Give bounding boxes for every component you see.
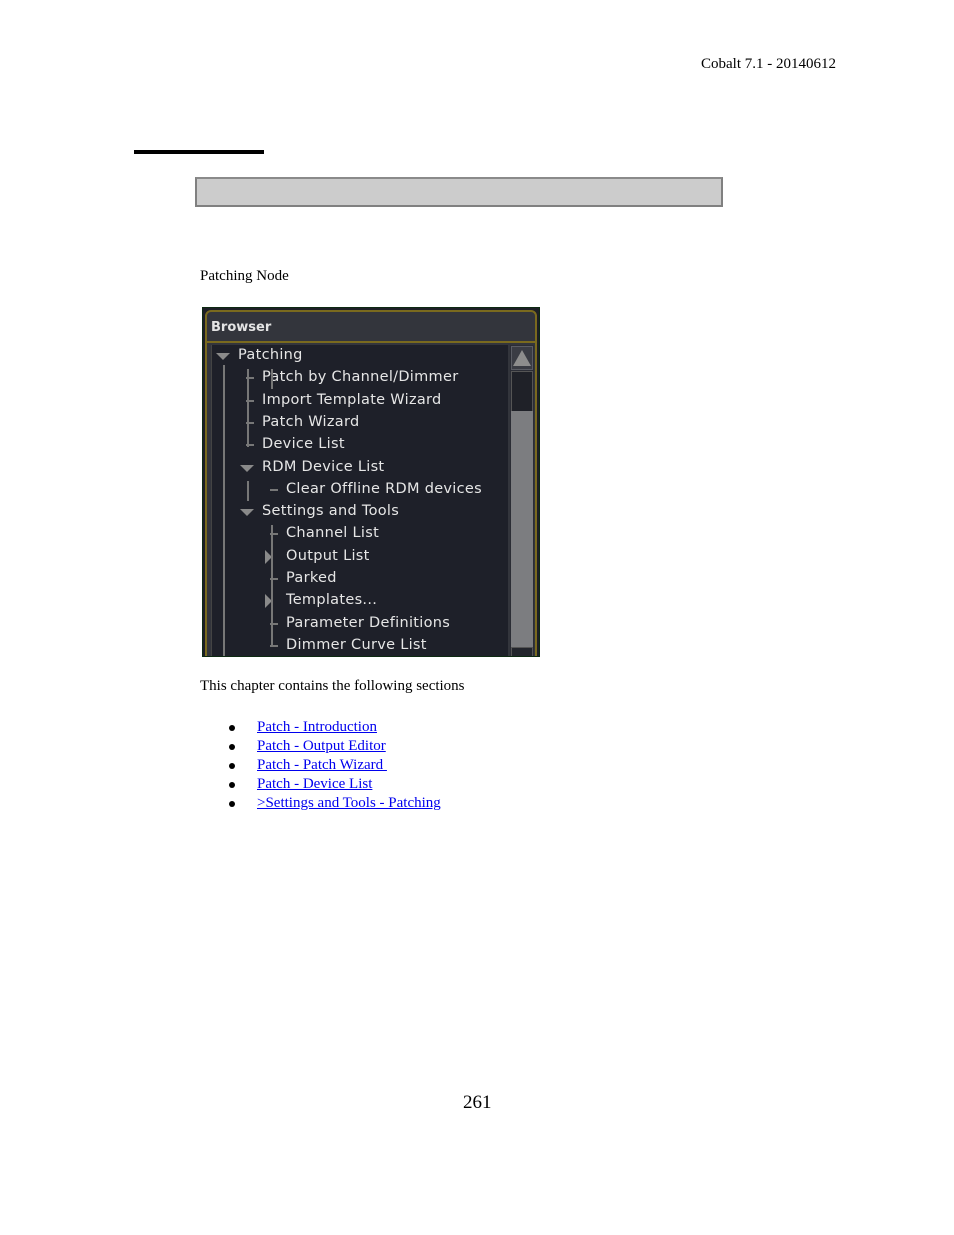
tree-item-label: Patch Wizard: [262, 413, 360, 430]
tree-item[interactable]: Templates...: [212, 590, 508, 612]
bullet-icon: [229, 801, 235, 807]
tree-item-label: Device List: [262, 436, 345, 453]
link-settings-and-tools-patching[interactable]: >Settings and Tools - Patching: [257, 795, 441, 812]
scroll-track-bottom[interactable]: [511, 647, 533, 656]
tree-item-label: Clear Offline RDM devices: [286, 480, 482, 497]
browser-panel-title: Browser: [211, 320, 272, 335]
expand-arrow-down-icon[interactable]: [240, 464, 254, 472]
tree-item[interactable]: Channel List: [212, 523, 508, 545]
tree-guide-line: [271, 369, 273, 389]
tree-item[interactable]: Device List: [212, 434, 508, 456]
tree-item[interactable]: Output List: [212, 546, 508, 568]
tree-item-label: Settings and Tools: [262, 503, 400, 520]
figure-caption: Patching Node: [200, 268, 289, 284]
tree-item-label: Output List: [286, 547, 370, 564]
tree-item[interactable]: Import Template Wizard: [212, 390, 508, 412]
link-patch-patch-wizard[interactable]: Patch - Patch Wizard: [257, 757, 387, 774]
document-version-header: Cobalt 7.1 - 20140612: [701, 56, 836, 72]
tree-scrollbar[interactable]: [510, 345, 534, 656]
page-number: 261: [463, 1092, 492, 1113]
tree-item[interactable]: Parameter Definitions: [212, 613, 508, 635]
tree-item-label: RDM Device List: [262, 458, 385, 475]
tree-connector: [270, 488, 278, 491]
title-underline-rule: [134, 150, 264, 154]
tree-guide-line: [271, 525, 273, 647]
tree-item-label: Patch by Channel/Dimmer: [262, 369, 459, 386]
sections-intro-text: This chapter contains the following sect…: [200, 678, 465, 694]
tree-item[interactable]: Parked: [212, 568, 508, 590]
browser-panel-frame: Browser Patching Patch by Channel/Dimmer I…: [205, 310, 537, 656]
tree-guide-line: [247, 481, 249, 501]
tree-item-label: Channel List: [286, 525, 380, 542]
tree-item[interactable]: Patch Wizard: [212, 412, 508, 434]
tree-item[interactable]: Dimmer Curve List: [212, 635, 508, 656]
tree-item[interactable]: RDM Device List: [212, 457, 508, 479]
tree-item[interactable]: Patching: [212, 345, 508, 367]
tree-item[interactable]: Settings and Tools: [212, 501, 508, 523]
bullet-icon: [229, 725, 235, 731]
tree-guide-line: [247, 369, 249, 447]
scroll-track-top[interactable]: [511, 371, 533, 413]
link-patch-introduction[interactable]: Patch - Introduction: [257, 719, 377, 736]
link-patch-device-list[interactable]: Patch - Device List: [257, 776, 372, 793]
tree-item-label: Templates...: [286, 592, 378, 609]
bullet-icon: [229, 763, 235, 769]
tree-item[interactable]: Patch by Channel/Dimmer: [212, 367, 508, 389]
scroll-thumb[interactable]: [511, 411, 533, 647]
tree-item-label: Patching: [238, 347, 303, 363]
tree-item[interactable]: Clear Offline RDM devices: [212, 479, 508, 501]
tree-item-label: Import Template Wizard: [262, 391, 442, 408]
link-patch-output-editor[interactable]: Patch - Output Editor: [257, 738, 386, 755]
tree-item-label: Parameter Definitions: [286, 614, 451, 631]
tree-item-label: Dimmer Curve List: [286, 636, 427, 653]
bullet-icon: [229, 744, 235, 750]
chapter-title-box: [195, 177, 723, 207]
tree-item-label: Parked: [286, 570, 337, 586]
expand-arrow-down-icon[interactable]: [240, 509, 254, 517]
bullet-icon: [229, 782, 235, 788]
title-separator: [207, 341, 535, 343]
browser-tree: Patching Patch by Channel/Dimmer Import Te…: [211, 345, 508, 656]
browser-panel-screenshot: Browser Patching Patch by Channel/Dimmer I…: [202, 307, 540, 657]
tree-guide-line: [223, 365, 225, 656]
scroll-up-arrow-icon: [513, 350, 531, 366]
scroll-up-button[interactable]: [511, 346, 533, 370]
expand-arrow-down-icon[interactable]: [216, 353, 230, 360]
